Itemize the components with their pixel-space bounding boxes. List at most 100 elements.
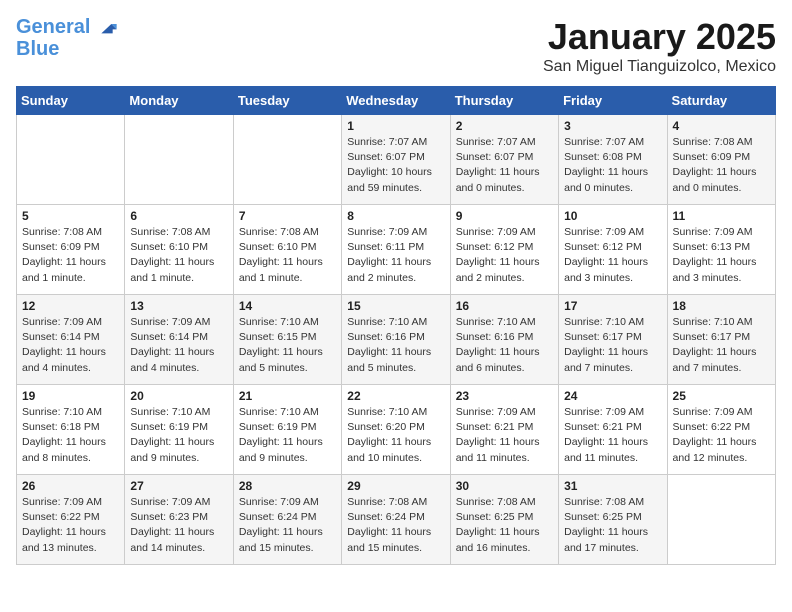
day-number: 14 (239, 299, 336, 313)
day-number: 3 (564, 119, 661, 133)
calendar-cell: 24Sunrise: 7:09 AM Sunset: 6:21 PM Dayli… (559, 385, 667, 475)
day-header-friday: Friday (559, 87, 667, 115)
day-info: Sunrise: 7:07 AM Sunset: 6:07 PM Dayligh… (456, 135, 553, 196)
calendar-cell: 4 Sunrise: 7:08 AM Sunset: 6:09 PM Daylig… (667, 115, 775, 205)
day-number: 8 (347, 209, 444, 223)
day-header-sunday: Sunday (17, 87, 125, 115)
day-info: Sunrise: 7:10 AM Sunset: 6:19 PM Dayligh… (239, 405, 336, 466)
calendar-table: SundayMondayTuesdayWednesdayThursdayFrid… (16, 86, 776, 565)
calendar-cell: 3 Sunrise: 7:07 AM Sunset: 6:08 PM Daylig… (559, 115, 667, 205)
calendar-week-4: 19 Sunrise: 7:10 AM Sunset: 6:18 PM Dayli… (17, 385, 776, 475)
day-info: Sunrise: 7:09 AM Sunset: 6:13 PM Dayligh… (673, 225, 770, 286)
calendar-cell: 10 Sunrise: 7:09 AM Sunset: 6:12 PM Dayli… (559, 205, 667, 295)
title-block: January 2025 San Miguel Tianguizolco, Me… (543, 16, 776, 76)
day-info: Sunrise: 7:10 AM Sunset: 6:16 PM Dayligh… (456, 315, 553, 376)
day-number: 17 (564, 299, 661, 313)
day-info: Sunrise: 7:08 AM Sunset: 6:25 PM Dayligh… (564, 495, 661, 556)
day-info: Sunrise: 7:10 AM Sunset: 6:18 PM Dayligh… (22, 405, 119, 466)
day-header-monday: Monday (125, 87, 233, 115)
calendar-week-5: 26Sunrise: 7:09 AM Sunset: 6:22 PM Dayli… (17, 475, 776, 565)
day-number: 25 (673, 389, 770, 403)
day-info: Sunrise: 7:10 AM Sunset: 6:19 PM Dayligh… (130, 405, 227, 466)
day-info: Sunrise: 7:08 AM Sunset: 6:10 PM Dayligh… (239, 225, 336, 286)
day-info: Sunrise: 7:09 AM Sunset: 6:22 PM Dayligh… (673, 405, 770, 466)
day-info: Sunrise: 7:09 AM Sunset: 6:21 PM Dayligh… (564, 405, 661, 466)
day-info: Sunrise: 7:09 AM Sunset: 6:23 PM Dayligh… (130, 495, 227, 556)
day-number: 30 (456, 479, 553, 493)
day-info: Sunrise: 7:09 AM Sunset: 6:12 PM Dayligh… (564, 225, 661, 286)
day-info: Sunrise: 7:07 AM Sunset: 6:08 PM Dayligh… (564, 135, 661, 196)
day-number: 31 (564, 479, 661, 493)
day-info: Sunrise: 7:10 AM Sunset: 6:16 PM Dayligh… (347, 315, 444, 376)
calendar-cell: 21 Sunrise: 7:10 AM Sunset: 6:19 PM Dayli… (233, 385, 341, 475)
calendar-cell: 9Sunrise: 7:09 AM Sunset: 6:12 PM Daylig… (450, 205, 558, 295)
logo-icon (98, 21, 118, 35)
calendar-cell (233, 115, 341, 205)
day-number: 16 (456, 299, 553, 313)
calendar-week-2: 5 Sunrise: 7:08 AM Sunset: 6:09 PM Daylig… (17, 205, 776, 295)
day-info: Sunrise: 7:09 AM Sunset: 6:21 PM Dayligh… (456, 405, 553, 466)
calendar-cell: 23 Sunrise: 7:09 AM Sunset: 6:21 PM Dayli… (450, 385, 558, 475)
header-row: SundayMondayTuesdayWednesdayThursdayFrid… (17, 87, 776, 115)
day-info: Sunrise: 7:09 AM Sunset: 6:14 PM Dayligh… (130, 315, 227, 376)
calendar-cell: 31 Sunrise: 7:08 AM Sunset: 6:25 PM Dayli… (559, 475, 667, 565)
calendar-week-1: 1Sunrise: 7:07 AM Sunset: 6:07 PM Daylig… (17, 115, 776, 205)
day-number: 9 (456, 209, 553, 223)
day-info: Sunrise: 7:09 AM Sunset: 6:24 PM Dayligh… (239, 495, 336, 556)
day-info: Sunrise: 7:09 AM Sunset: 6:11 PM Dayligh… (347, 225, 444, 286)
day-number: 6 (130, 209, 227, 223)
day-number: 19 (22, 389, 119, 403)
calendar-cell (125, 115, 233, 205)
day-number: 11 (673, 209, 770, 223)
location-title: San Miguel Tianguizolco, Mexico (543, 58, 776, 76)
calendar-cell: 13 Sunrise: 7:09 AM Sunset: 6:14 PM Dayli… (125, 295, 233, 385)
calendar-cell: 20Sunrise: 7:10 AM Sunset: 6:19 PM Dayli… (125, 385, 233, 475)
calendar-cell: 27Sunrise: 7:09 AM Sunset: 6:23 PM Dayli… (125, 475, 233, 565)
day-number: 2 (456, 119, 553, 133)
day-info: Sunrise: 7:08 AM Sunset: 6:25 PM Dayligh… (456, 495, 553, 556)
day-info: Sunrise: 7:08 AM Sunset: 6:10 PM Dayligh… (130, 225, 227, 286)
calendar-cell: 30 Sunrise: 7:08 AM Sunset: 6:25 PM Dayli… (450, 475, 558, 565)
day-number: 22 (347, 389, 444, 403)
month-title: January 2025 (543, 16, 776, 58)
calendar-cell: 11 Sunrise: 7:09 AM Sunset: 6:13 PM Dayli… (667, 205, 775, 295)
page-header: General Blue January 2025 San Miguel Tia… (16, 16, 776, 76)
calendar-cell: 7 Sunrise: 7:08 AM Sunset: 6:10 PM Daylig… (233, 205, 341, 295)
day-number: 21 (239, 389, 336, 403)
day-header-saturday: Saturday (667, 87, 775, 115)
day-number: 5 (22, 209, 119, 223)
day-info: Sunrise: 7:07 AM Sunset: 6:07 PM Dayligh… (347, 135, 444, 196)
day-info: Sunrise: 7:10 AM Sunset: 6:17 PM Dayligh… (564, 315, 661, 376)
day-header-thursday: Thursday (450, 87, 558, 115)
calendar-cell: 16 Sunrise: 7:10 AM Sunset: 6:16 PM Dayli… (450, 295, 558, 385)
calendar-cell: 1Sunrise: 7:07 AM Sunset: 6:07 PM Daylig… (342, 115, 450, 205)
day-number: 18 (673, 299, 770, 313)
day-number: 23 (456, 389, 553, 403)
calendar-cell (667, 475, 775, 565)
day-number: 10 (564, 209, 661, 223)
calendar-cell: 25 Sunrise: 7:09 AM Sunset: 6:22 PM Dayli… (667, 385, 775, 475)
day-info: Sunrise: 7:10 AM Sunset: 6:20 PM Dayligh… (347, 405, 444, 466)
day-info: Sunrise: 7:09 AM Sunset: 6:22 PM Dayligh… (22, 495, 119, 556)
calendar-cell: 17 Sunrise: 7:10 AM Sunset: 6:17 PM Dayli… (559, 295, 667, 385)
calendar-cell: 28 Sunrise: 7:09 AM Sunset: 6:24 PM Dayli… (233, 475, 341, 565)
day-number: 7 (239, 209, 336, 223)
calendar-cell: 5 Sunrise: 7:08 AM Sunset: 6:09 PM Daylig… (17, 205, 125, 295)
day-number: 4 (673, 119, 770, 133)
calendar-cell: 29Sunrise: 7:08 AM Sunset: 6:24 PM Dayli… (342, 475, 450, 565)
day-number: 13 (130, 299, 227, 313)
day-info: Sunrise: 7:08 AM Sunset: 6:09 PM Dayligh… (673, 135, 770, 196)
day-number: 15 (347, 299, 444, 313)
day-info: Sunrise: 7:10 AM Sunset: 6:17 PM Dayligh… (673, 315, 770, 376)
logo-text-blue: Blue (16, 38, 59, 60)
day-info: Sunrise: 7:08 AM Sunset: 6:09 PM Dayligh… (22, 225, 119, 286)
day-number: 28 (239, 479, 336, 493)
calendar-week-3: 12Sunrise: 7:09 AM Sunset: 6:14 PM Dayli… (17, 295, 776, 385)
calendar-cell: 19 Sunrise: 7:10 AM Sunset: 6:18 PM Dayli… (17, 385, 125, 475)
calendar-cell: 6 Sunrise: 7:08 AM Sunset: 6:10 PM Daylig… (125, 205, 233, 295)
calendar-cell: 18 Sunrise: 7:10 AM Sunset: 6:17 PM Dayli… (667, 295, 775, 385)
day-header-tuesday: Tuesday (233, 87, 341, 115)
day-info: Sunrise: 7:09 AM Sunset: 6:14 PM Dayligh… (22, 315, 119, 376)
calendar-cell: 14Sunrise: 7:10 AM Sunset: 6:15 PM Dayli… (233, 295, 341, 385)
calendar-cell: 8 Sunrise: 7:09 AM Sunset: 6:11 PM Daylig… (342, 205, 450, 295)
